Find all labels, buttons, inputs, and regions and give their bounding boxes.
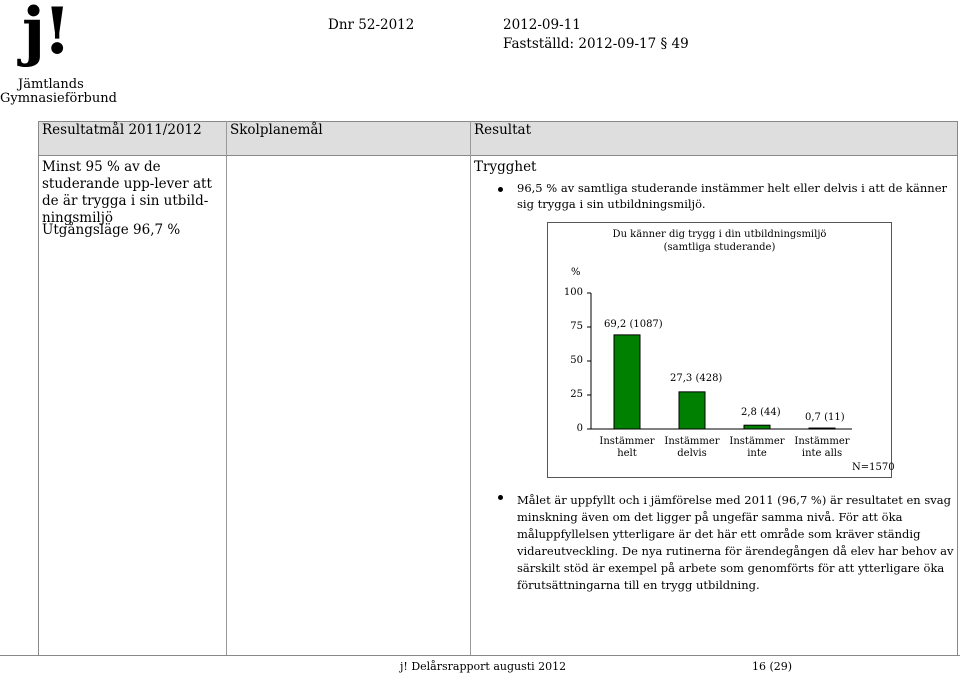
y-tick-label: 100 <box>563 287 583 298</box>
data-label: 0,7 (11) <box>805 412 845 423</box>
bar <box>808 427 836 430</box>
bar <box>743 424 771 430</box>
data-label: 27,3 (428) <box>670 373 723 384</box>
y-tick-label: 50 <box>570 355 583 366</box>
result-bullet-2: Målet är uppfyllt och i jämförelse med 2… <box>517 493 954 592</box>
page-number: 16 (29) <box>752 660 793 673</box>
x-category-label: Instämmer inte <box>729 436 785 459</box>
bar <box>613 334 641 430</box>
x-category-label: Instämmer helt <box>599 436 655 459</box>
x-category-label: Instämmer delvis <box>664 436 720 459</box>
bullet-icon <box>498 495 503 500</box>
x-category-label: Instämmer inte alls <box>794 436 850 459</box>
bar <box>678 391 706 430</box>
data-label: 2,8 (44) <box>741 407 781 418</box>
y-tick-label: 25 <box>570 389 583 400</box>
y-tick-label: 0 <box>576 423 583 434</box>
footer-divider <box>0 655 960 656</box>
y-tick-label: 75 <box>570 321 583 332</box>
data-label: 69,2 (1087) <box>604 319 663 330</box>
sample-size-note: N=1570 <box>852 462 895 473</box>
footer-title: j! Delårsrapport augusti 2012 <box>400 660 567 673</box>
